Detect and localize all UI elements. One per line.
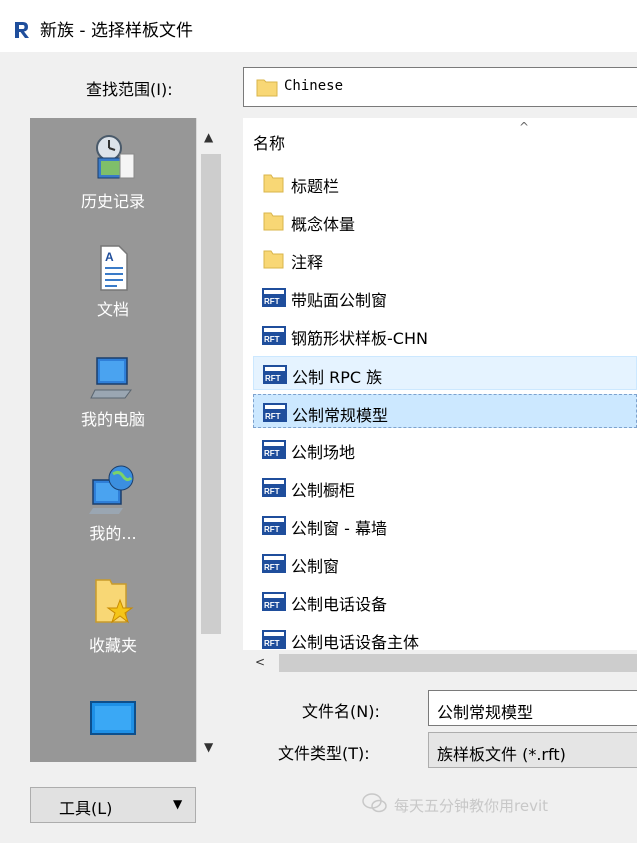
- item-name: 公制电话设备主体: [291, 633, 420, 650]
- rft-file-icon: RFT: [262, 630, 286, 649]
- place-documents[interactable]: A 文档: [30, 244, 196, 320]
- list-item-folder[interactable]: 概念体量: [253, 204, 637, 238]
- revit-app-icon: [12, 20, 32, 40]
- list-item-folder[interactable]: 标题栏: [253, 166, 637, 200]
- svg-text:RFT: RFT: [264, 563, 280, 572]
- rft-file-icon: RFT: [262, 554, 286, 573]
- item-name: 公制 RPC 族: [292, 368, 383, 387]
- svg-text:A: A: [105, 250, 114, 264]
- item-name: 公制常规模型: [292, 406, 389, 425]
- list-item-file[interactable]: RFT 公制窗 - 幕墙: [253, 508, 637, 542]
- item-name: 注释: [291, 253, 324, 272]
- scrollbar-thumb[interactable]: [279, 654, 637, 672]
- place-network-label: 我的...: [89, 524, 137, 543]
- svg-text:RFT: RFT: [264, 601, 280, 610]
- documents-icon: A: [100, 245, 128, 291]
- item-name: 公制窗 - 幕墙: [291, 519, 387, 538]
- place-favorites[interactable]: 收藏夹: [30, 576, 196, 656]
- item-name: 公制场地: [291, 443, 356, 462]
- svg-text:RFT: RFT: [264, 335, 280, 344]
- favorites-icon: [95, 579, 134, 624]
- history-icon: [96, 135, 135, 179]
- scroll-down-icon[interactable]: ▼: [204, 740, 213, 754]
- rft-file-icon: RFT: [262, 516, 286, 535]
- item-name: 标题栏: [291, 177, 340, 196]
- scroll-up-icon[interactable]: ▲: [204, 130, 213, 144]
- list-item-file[interactable]: RFT 带贴面公制窗: [253, 280, 637, 314]
- my-computer-icon: [90, 357, 132, 399]
- window-title: 新族 - 选择样板文件: [40, 21, 193, 41]
- rft-file-icon: RFT: [263, 403, 287, 422]
- rft-file-icon: RFT: [263, 365, 287, 384]
- sort-ascending-icon: ^: [519, 120, 530, 134]
- list-item-folder[interactable]: 注释: [253, 242, 637, 276]
- file-list-hscrollbar[interactable]: <: [243, 650, 637, 676]
- list-item-file[interactable]: RFT 公制橱柜: [253, 470, 637, 504]
- file-name-input[interactable]: 公制常规模型: [428, 690, 637, 726]
- scrollbar-thumb[interactable]: [201, 154, 221, 634]
- look-in-label: 查找范围(I):: [86, 80, 173, 99]
- rft-file-icon: RFT: [262, 288, 286, 307]
- svg-text:RFT: RFT: [264, 449, 280, 458]
- folder-icon: [263, 174, 284, 193]
- tools-button[interactable]: 工具(L) ▼: [30, 787, 196, 823]
- item-name: 钢筋形状样板-CHN: [291, 329, 428, 348]
- svg-text:RFT: RFT: [264, 639, 280, 648]
- rft-file-icon: RFT: [262, 478, 286, 497]
- look-in-dropdown[interactable]: Chinese: [243, 67, 637, 107]
- look-in-value: Chinese: [284, 78, 344, 94]
- file-name-label: 文件名(N):: [302, 702, 380, 721]
- folder-icon: [263, 250, 284, 269]
- network-icon: [89, 465, 134, 514]
- chevron-down-icon: ▼: [173, 797, 183, 811]
- list-item-file[interactable]: RFT 公制电话设备: [253, 584, 637, 618]
- file-type-value: 族样板文件 (*.rft): [437, 745, 566, 764]
- place-network[interactable]: 我的...: [30, 464, 196, 544]
- rft-file-icon: RFT: [262, 440, 286, 459]
- name-column-header[interactable]: 名称: [253, 130, 285, 154]
- svg-text:RFT: RFT: [264, 487, 280, 496]
- list-item-file[interactable]: RFT 钢筋形状样板-CHN: [253, 318, 637, 352]
- watermark: 每天五分钟教你用revit: [362, 792, 548, 818]
- wechat-icon: [362, 793, 387, 813]
- place-history-label: 历史记录: [80, 192, 145, 211]
- desktop-icon: [90, 701, 136, 735]
- list-item-file[interactable]: RFT 公制 RPC 族: [253, 356, 637, 390]
- file-type-label: 文件类型(T):: [278, 744, 370, 763]
- folder-icon: [256, 79, 278, 97]
- rft-file-icon: RFT: [262, 326, 286, 345]
- list-item-file-selected[interactable]: RFT 公制常规模型: [253, 394, 637, 428]
- watermark-text: 每天五分钟教你用revit: [394, 797, 548, 815]
- svg-text:RFT: RFT: [264, 297, 280, 306]
- list-item-file[interactable]: RFT 公制场地: [253, 432, 637, 466]
- item-name: 公制橱柜: [291, 481, 356, 500]
- item-name: 公制窗: [291, 557, 340, 576]
- item-name: 带贴面公制窗: [291, 291, 388, 310]
- folder-icon: [263, 212, 284, 231]
- list-item-file[interactable]: RFT 公制电话设备主体: [253, 622, 637, 650]
- item-name: 公制电话设备: [291, 595, 388, 614]
- place-my-computer-label: 我的电脑: [80, 410, 145, 429]
- place-my-computer[interactable]: 我的电脑: [30, 354, 196, 430]
- svg-text:RFT: RFT: [265, 412, 281, 421]
- place-favorites-label: 收藏夹: [88, 636, 137, 655]
- places-bar: 历史记录 A 文档 我的电脑 我的... 收藏夹: [30, 118, 196, 762]
- place-documents-label: 文档: [96, 300, 129, 319]
- place-desktop[interactable]: [30, 698, 196, 744]
- title-bar: 新族 - 选择样板文件: [0, 0, 637, 52]
- svg-text:RFT: RFT: [265, 374, 281, 383]
- item-name: 概念体量: [291, 215, 356, 234]
- places-scrollbar[interactable]: ▲ ▼: [196, 118, 225, 762]
- svg-text:RFT: RFT: [264, 525, 280, 534]
- list-item-file[interactable]: RFT 公制窗: [253, 546, 637, 580]
- place-history[interactable]: 历史记录: [30, 134, 196, 212]
- file-list: ^ 名称 标题栏 概念体量 注释 RFT 带贴面公制窗 RFT 钢筋形状样板-C…: [243, 118, 637, 650]
- scroll-left-icon[interactable]: <: [255, 655, 265, 669]
- file-type-select[interactable]: 族样板文件 (*.rft): [428, 732, 637, 768]
- tools-label: 工具(L): [59, 799, 113, 818]
- rft-file-icon: RFT: [262, 592, 286, 611]
- file-name-value: 公制常规模型: [437, 703, 534, 722]
